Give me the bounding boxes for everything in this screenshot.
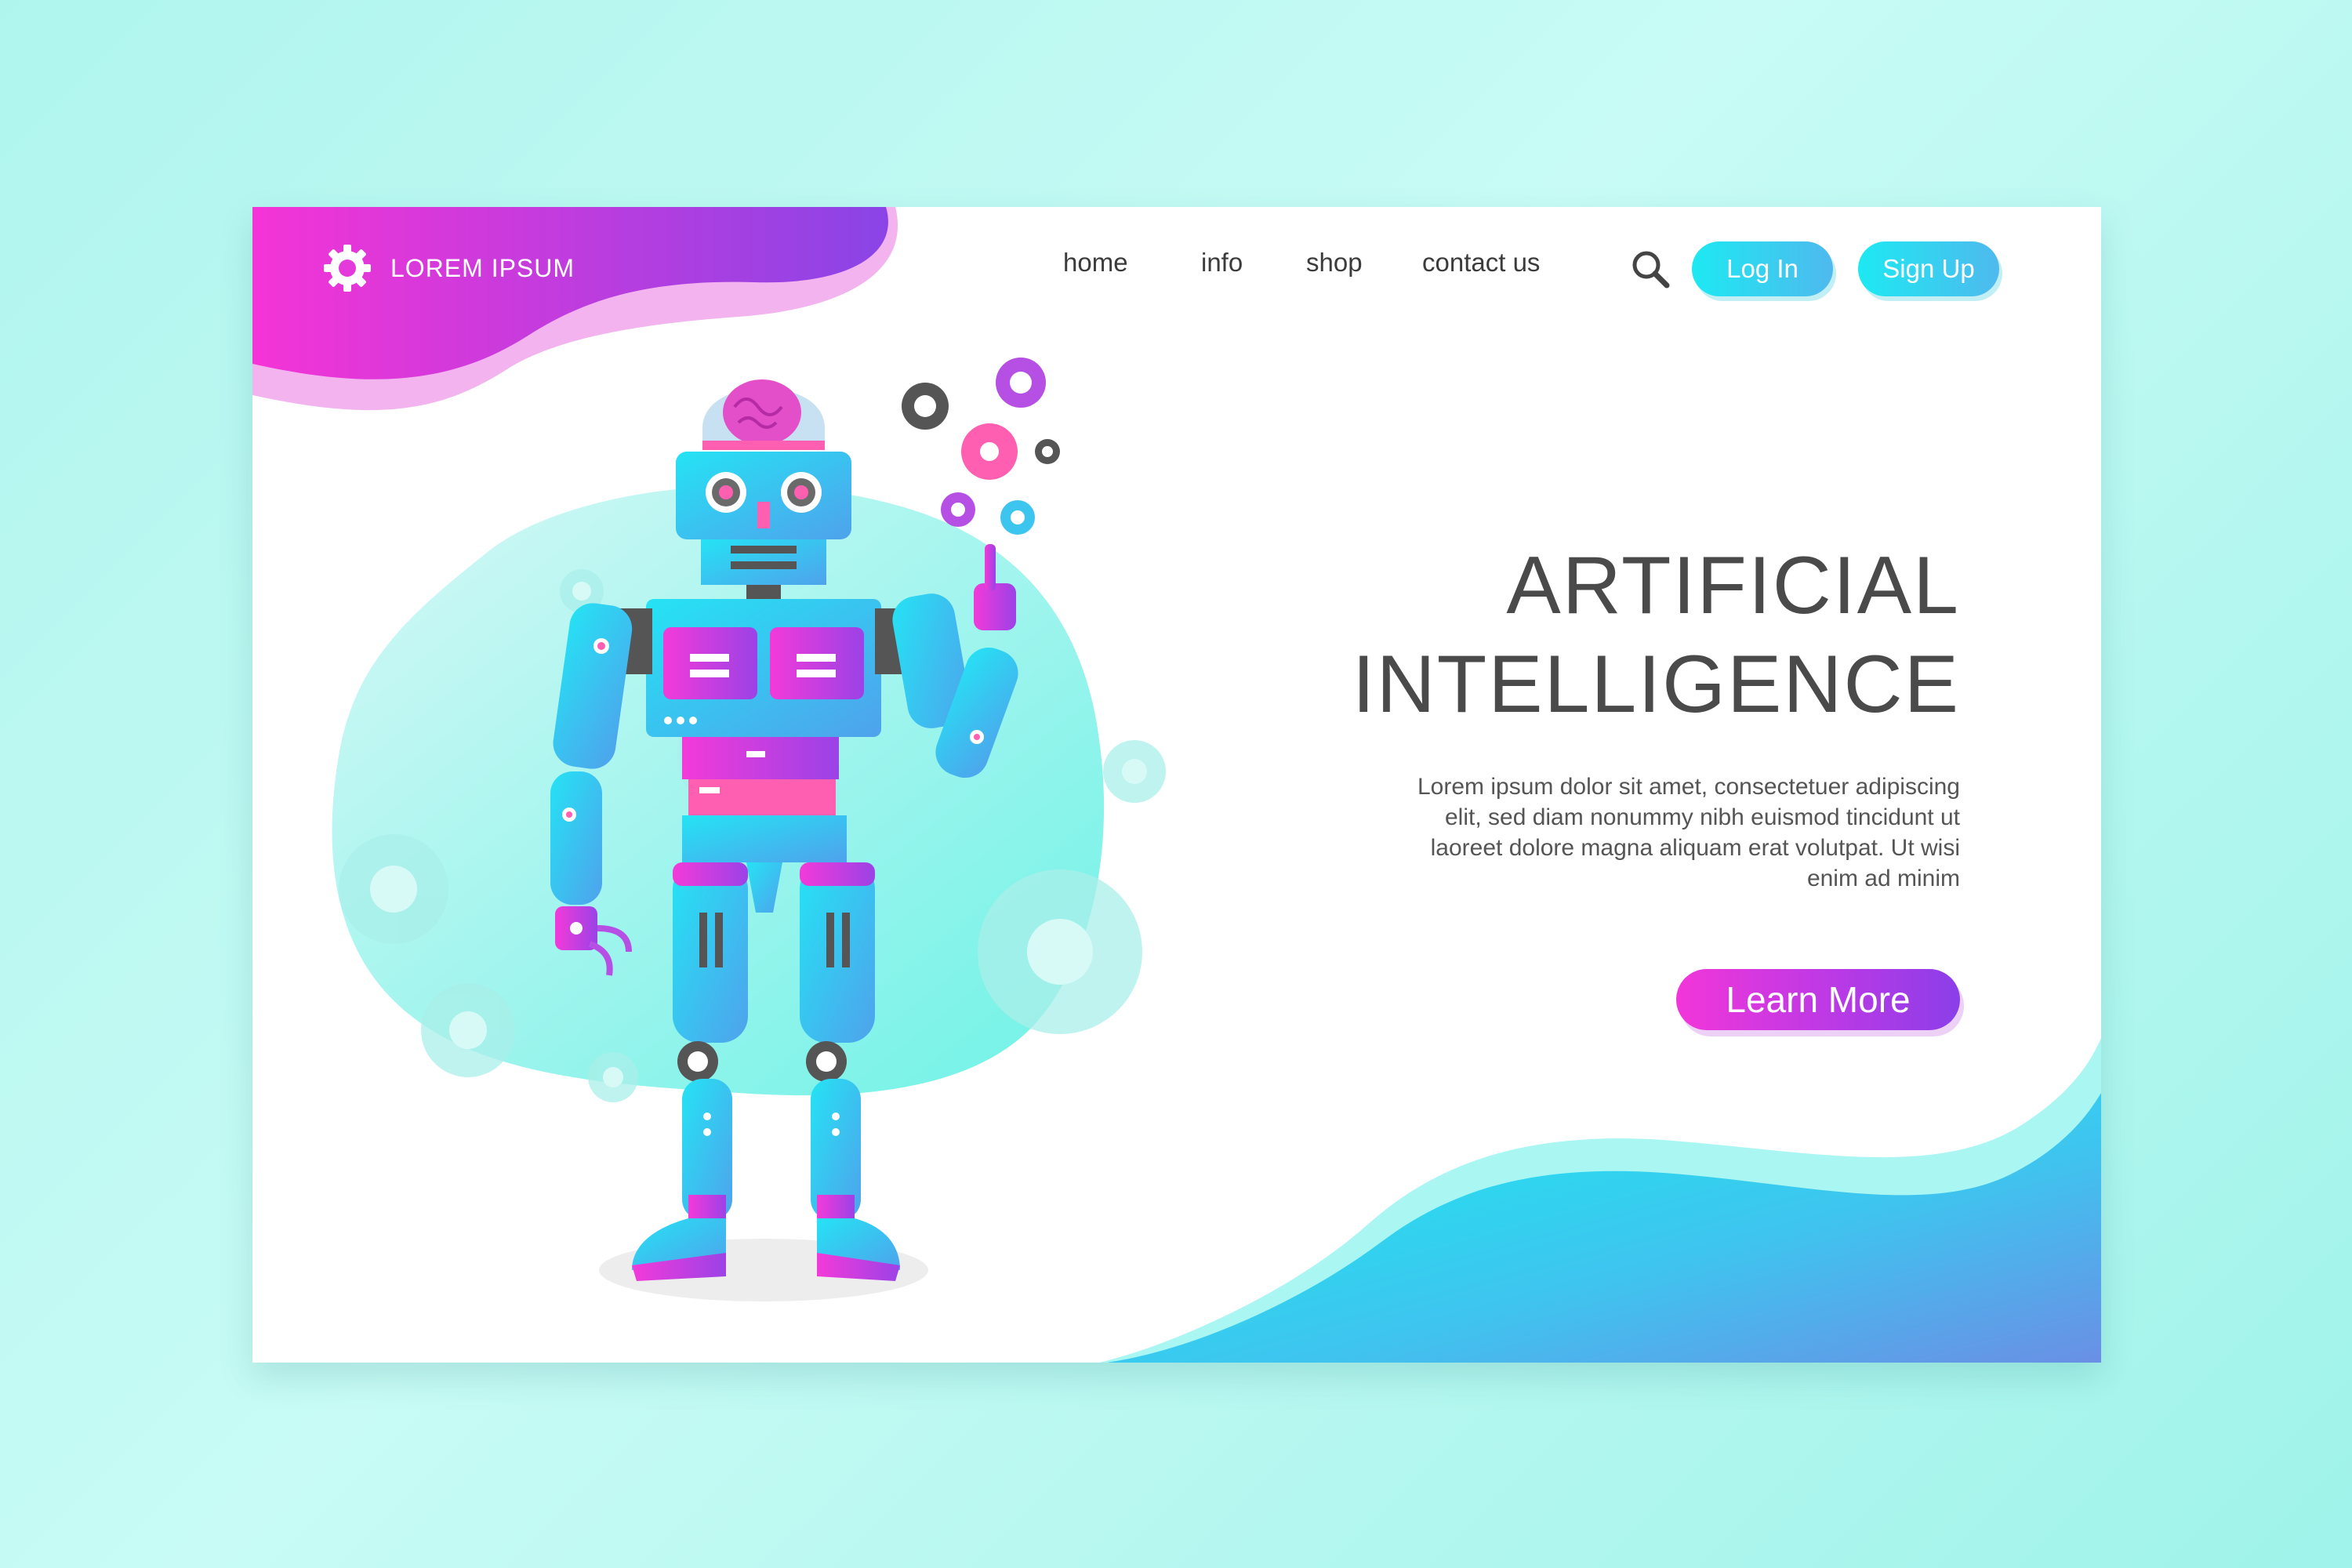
brand-name: LOREM IPSUM [390,253,575,282]
gear-icon [902,358,1060,535]
hero-title: ARTIFICIAL INTELLIGENCE [1352,536,1960,734]
nav-link-home[interactable]: home [1063,248,1128,278]
nav-link-shop[interactable]: shop [1306,248,1363,278]
nav-link-info[interactable]: info [1201,248,1243,278]
gear-icon [324,245,371,292]
hero-description: Lorem ipsum dolor sit amet, consectetuer… [1417,774,1960,891]
brain-icon [702,379,825,450]
landing-page-card: LOREM IPSUM home info shop contact us Lo… [252,207,2101,1363]
search-icon[interactable] [1629,248,1671,290]
learn-more-button[interactable]: Learn More [1676,969,1960,1030]
signup-button[interactable]: Sign Up [1858,241,1999,296]
brand[interactable]: LOREM IPSUM [321,242,575,294]
hero-title-line-2: INTELLIGENCE [1352,639,1960,730]
nav-link-contact-us[interactable]: contact us [1422,248,1540,278]
login-button[interactable]: Log In [1692,241,1833,296]
hero-title-line-1: ARTIFICIAL [1506,540,1960,631]
